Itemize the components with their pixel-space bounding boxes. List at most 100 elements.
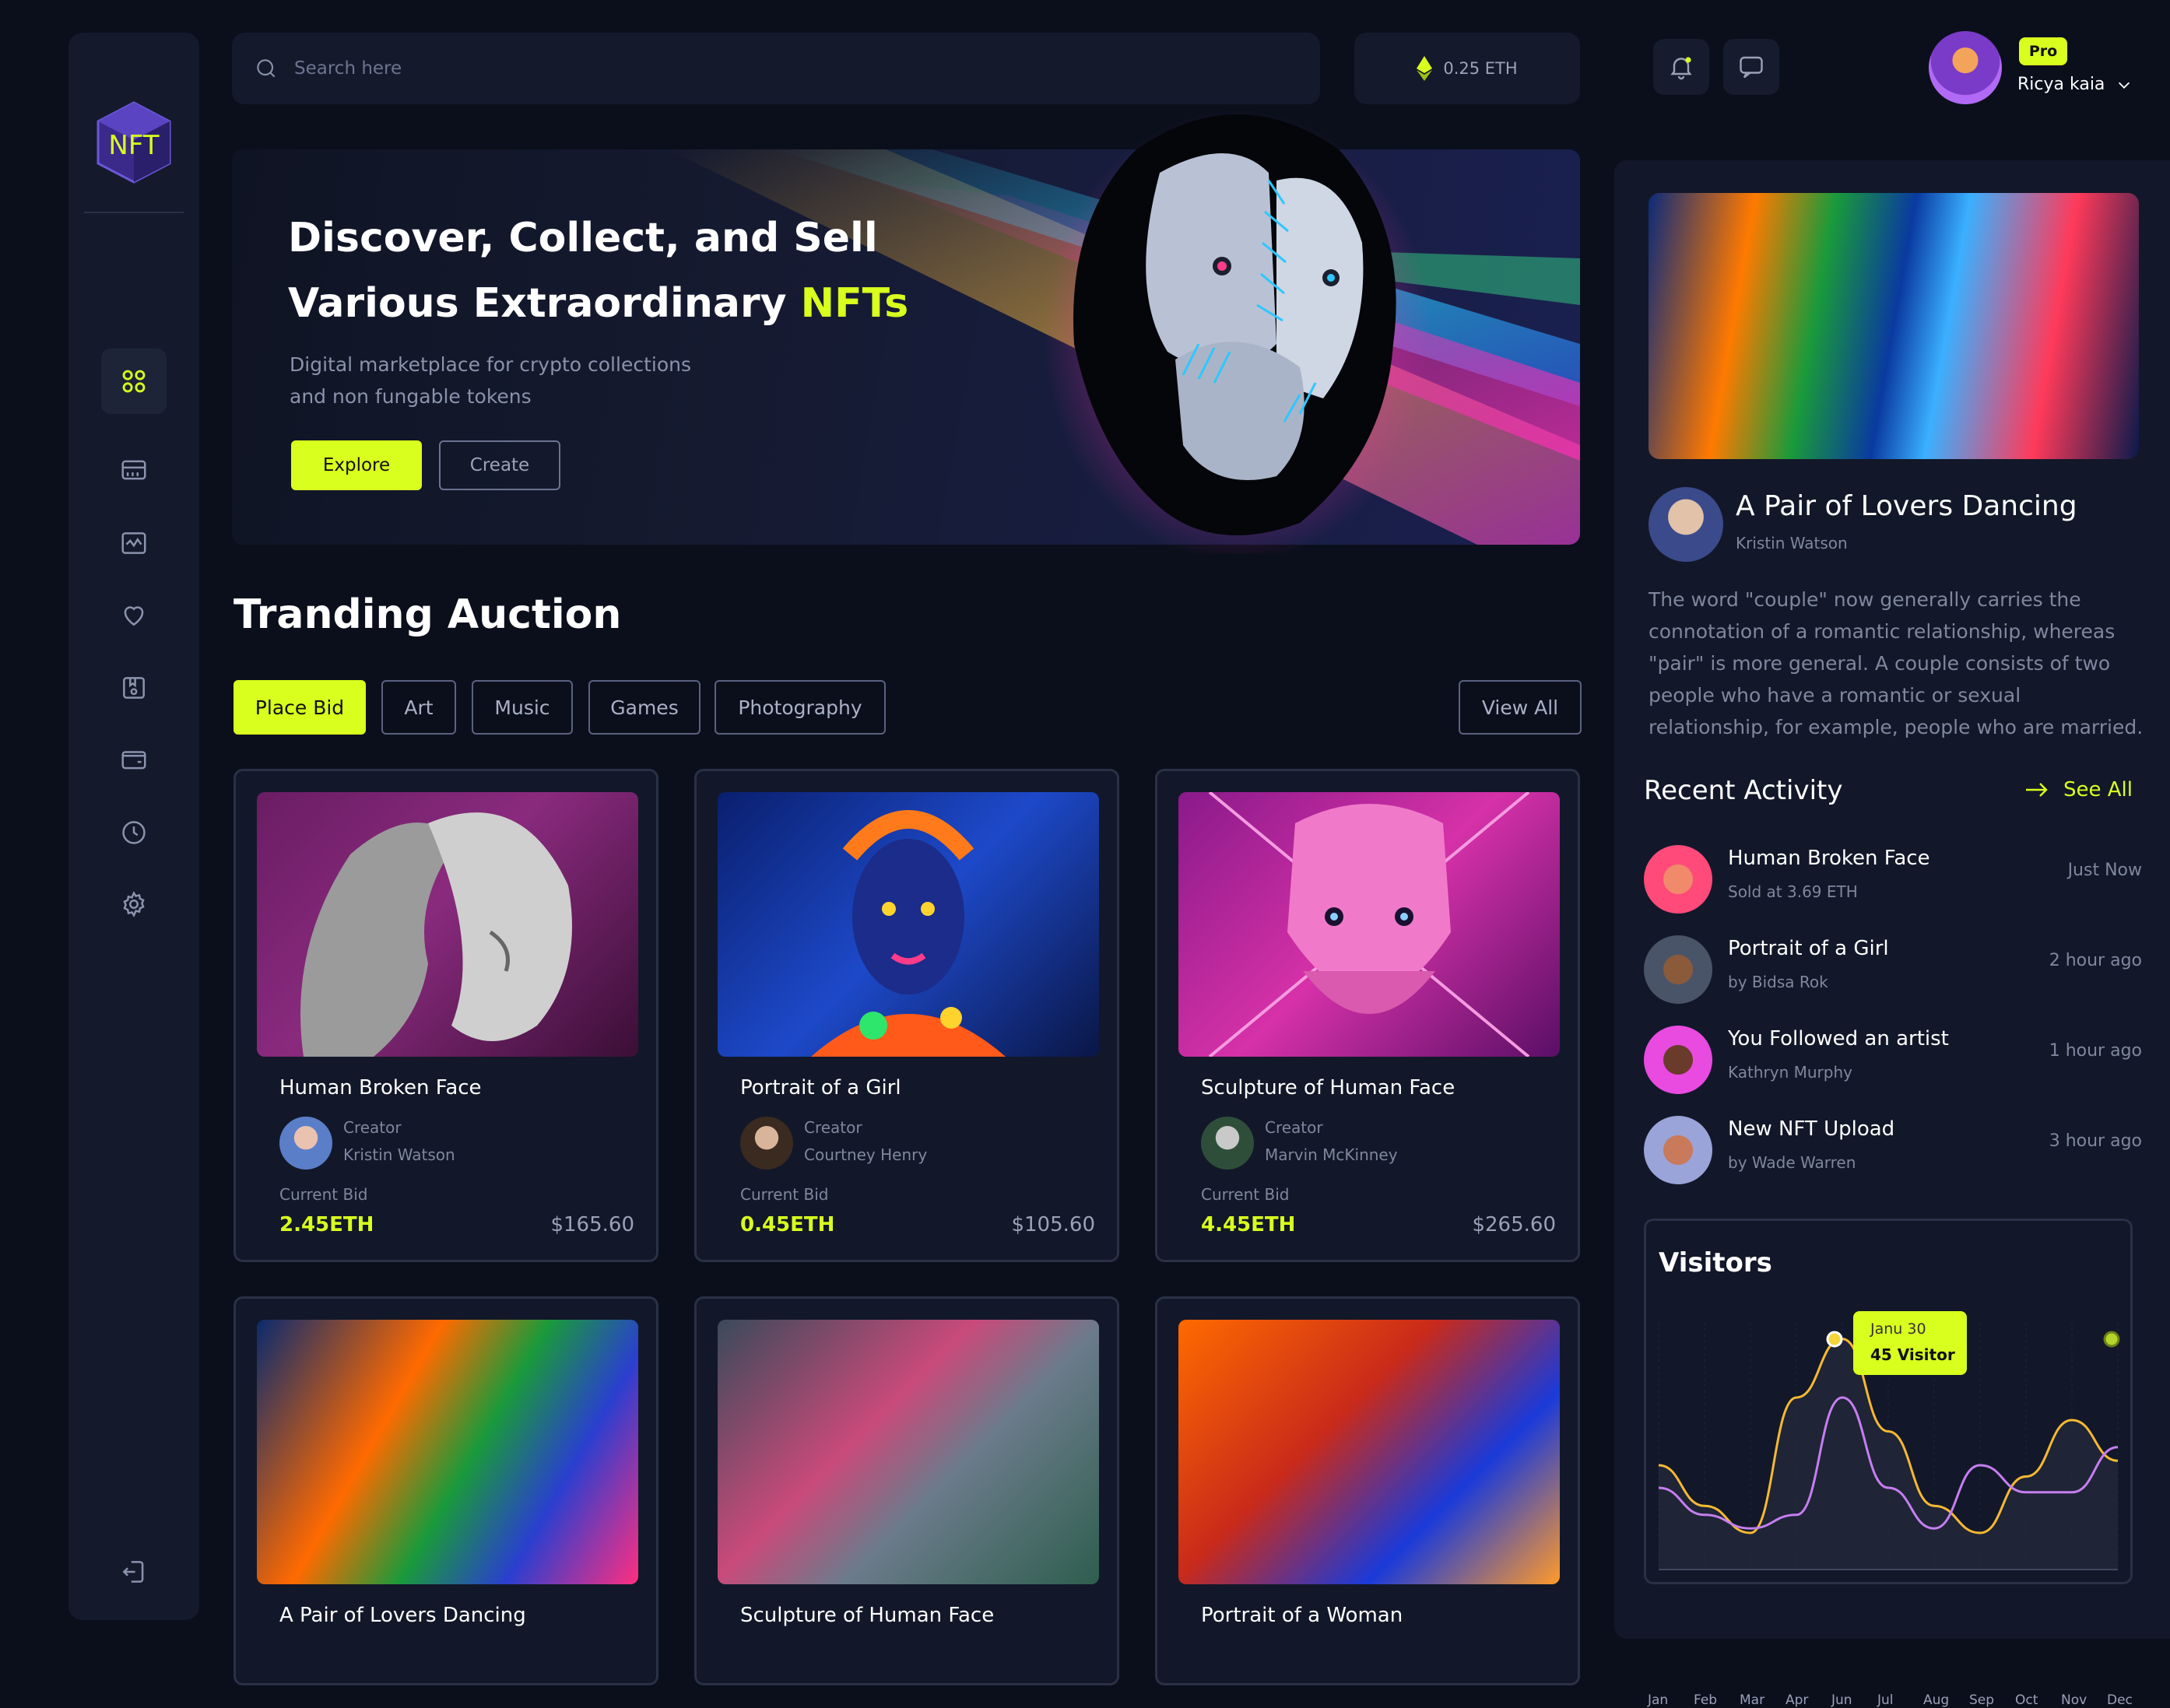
nft-card[interactable]: Human Broken Face Creator Kristin Watson… xyxy=(234,769,658,1262)
current-bid-label: Current Bid xyxy=(740,1185,829,1204)
divider xyxy=(84,212,184,213)
activity-subtitle: Sold at 3.69 ETH xyxy=(1728,882,1858,901)
featured-image[interactable] xyxy=(1649,193,2139,459)
create-button[interactable]: Create xyxy=(439,440,560,490)
activity-avatar xyxy=(1644,935,1712,1004)
activity-item[interactable]: New NFT Upload by Wade Warren 3 hour ago xyxy=(1644,1116,2142,1186)
activity-time: 3 hour ago xyxy=(2049,1131,2142,1151)
nft-logo[interactable]: NFT xyxy=(95,100,173,185)
activity-item[interactable]: Portrait of a Girl by Bidsa Rok 2 hour a… xyxy=(1644,935,2142,1005)
sidebar-item-wallet[interactable] xyxy=(101,727,167,792)
view-all-button[interactable]: View All xyxy=(1459,680,1582,735)
settings-icon xyxy=(123,891,145,917)
sidebar-item-history[interactable] xyxy=(101,800,167,865)
sidebar-item-marketplace[interactable] xyxy=(101,437,167,503)
featured-creator: Kristin Watson xyxy=(1736,534,1848,552)
highlight-point[interactable] xyxy=(1826,1331,1843,1348)
nft-image xyxy=(257,792,638,1057)
featured-title: A Pair of Lovers Dancing xyxy=(1736,490,2077,522)
creator-name: Marvin McKinney xyxy=(1265,1145,1398,1164)
creator-label: Creator xyxy=(343,1118,402,1137)
sidebar-item-activity[interactable] xyxy=(101,510,167,576)
activity-title: You Followed an artist xyxy=(1728,1027,1949,1050)
wallet-icon xyxy=(121,751,146,770)
activity-time: 2 hour ago xyxy=(2049,951,2142,970)
collection-icon xyxy=(123,677,145,699)
activity-subtitle: by Bidsa Rok xyxy=(1728,973,1828,991)
logout-button[interactable] xyxy=(101,1539,167,1605)
chart-point[interactable] xyxy=(2103,1331,2120,1348)
visitors-chart-card: Visitors Janu 30 45 Visitor Jan Feb Mar Apr… xyxy=(1644,1219,2133,1708)
hero-sculpture-image xyxy=(1043,110,1432,554)
filter-art[interactable]: Art xyxy=(381,680,456,735)
explore-button[interactable]: Explore xyxy=(291,440,422,490)
creator-label: Creator xyxy=(804,1118,862,1137)
logout-icon xyxy=(122,1561,144,1583)
visitors-title: Visitors xyxy=(1659,1247,1772,1278)
recent-activity-title: Recent Activity xyxy=(1644,775,1843,806)
activity-item[interactable]: Human Broken Face Sold at 3.69 ETH Just … xyxy=(1644,845,2142,915)
filter-photography[interactable]: Photography xyxy=(715,680,886,735)
filter-games[interactable]: Games xyxy=(588,680,701,735)
featured-description: The word "couple" now generally carries … xyxy=(1649,588,2144,738)
see-all-link[interactable]: See All xyxy=(2024,778,2133,801)
filter-music[interactable]: Music xyxy=(472,680,573,735)
filter-place-bid[interactable]: Place Bid xyxy=(234,680,366,735)
nft-image xyxy=(718,792,1099,1057)
chart-tooltip: Janu 30 45 Visitor xyxy=(1853,1311,1967,1375)
nft-card[interactable]: A Pair of Lovers Dancing xyxy=(234,1296,658,1685)
month-label: Sep xyxy=(1969,1692,1995,1708)
messages-button[interactable] xyxy=(1723,39,1779,95)
user-name: Ricya kaia xyxy=(2017,75,2105,94)
heart-icon xyxy=(124,606,144,626)
month-label: Jan xyxy=(1648,1692,1669,1708)
current-bid-eth: 0.45ETH xyxy=(740,1213,835,1236)
section-title: Tranding Auction xyxy=(234,591,622,638)
nft-card[interactable]: Sculpture of Human Face Creator Marvin M… xyxy=(1155,769,1580,1262)
hero-title-highlight: NFTs xyxy=(800,280,909,327)
hero-title: Discover, Collect, and Sell Various Extr… xyxy=(288,205,988,336)
hero-title-line2: Various Extraordinary NFTs xyxy=(288,271,988,336)
clock-icon xyxy=(122,821,146,844)
nft-image xyxy=(1178,792,1560,1057)
featured-creator-avatar xyxy=(1649,487,1723,562)
sidebar-item-favorites[interactable] xyxy=(101,582,167,647)
see-all-label: See All xyxy=(2063,778,2133,801)
user-menu[interactable]: Ricya kaia xyxy=(2017,75,2133,94)
current-bid-usd: $165.60 xyxy=(550,1213,634,1236)
creator-avatar xyxy=(1201,1117,1254,1170)
month-label: Oct xyxy=(2015,1692,2038,1708)
activity-title: New NFT Upload xyxy=(1728,1117,1895,1141)
grid-icon xyxy=(122,370,146,393)
logo-text: NFT xyxy=(108,130,159,161)
tooltip-date: Janu 30 xyxy=(1870,1320,1926,1338)
card-title: Human Broken Face xyxy=(279,1076,482,1100)
nft-card[interactable]: Portrait of a Woman xyxy=(1155,1296,1580,1685)
activity-time: Just Now xyxy=(2067,861,2142,880)
search-icon xyxy=(257,59,276,78)
sidebar-item-collection[interactable] xyxy=(101,655,167,721)
creator-avatar xyxy=(279,1117,332,1170)
activity-item[interactable]: You Followed an artist Kathryn Murphy 1 … xyxy=(1644,1026,2142,1096)
activity-icon xyxy=(121,532,146,554)
sidebar-item-settings[interactable] xyxy=(101,872,167,937)
sidebar-item-dashboard[interactable] xyxy=(101,349,167,414)
activity-subtitle: by Wade Warren xyxy=(1728,1153,1856,1172)
user-avatar[interactable] xyxy=(1929,31,2002,104)
notifications-button[interactable] xyxy=(1653,39,1709,95)
nft-card[interactable]: Sculpture of Human Face xyxy=(694,1296,1119,1685)
creator-name: Courtney Henry xyxy=(804,1145,928,1164)
month-label: Dec xyxy=(2107,1692,2133,1708)
month-label: Jun xyxy=(1831,1692,1852,1708)
pro-badge: Pro xyxy=(2019,37,2067,65)
creator-name: Kristin Watson xyxy=(343,1145,455,1164)
month-label: Apr xyxy=(1786,1692,1809,1708)
nft-card[interactable]: Portrait of a Girl Creator Courtney Henr… xyxy=(694,769,1119,1262)
search-input[interactable]: Search here xyxy=(294,58,402,79)
card-title: Portrait of a Woman xyxy=(1201,1604,1403,1627)
nft-image xyxy=(718,1320,1099,1584)
activity-title: Portrait of a Girl xyxy=(1728,937,1889,960)
ethereum-icon xyxy=(1417,56,1433,81)
activity-avatar xyxy=(1644,845,1712,914)
current-bid-label: Current Bid xyxy=(1201,1185,1290,1204)
